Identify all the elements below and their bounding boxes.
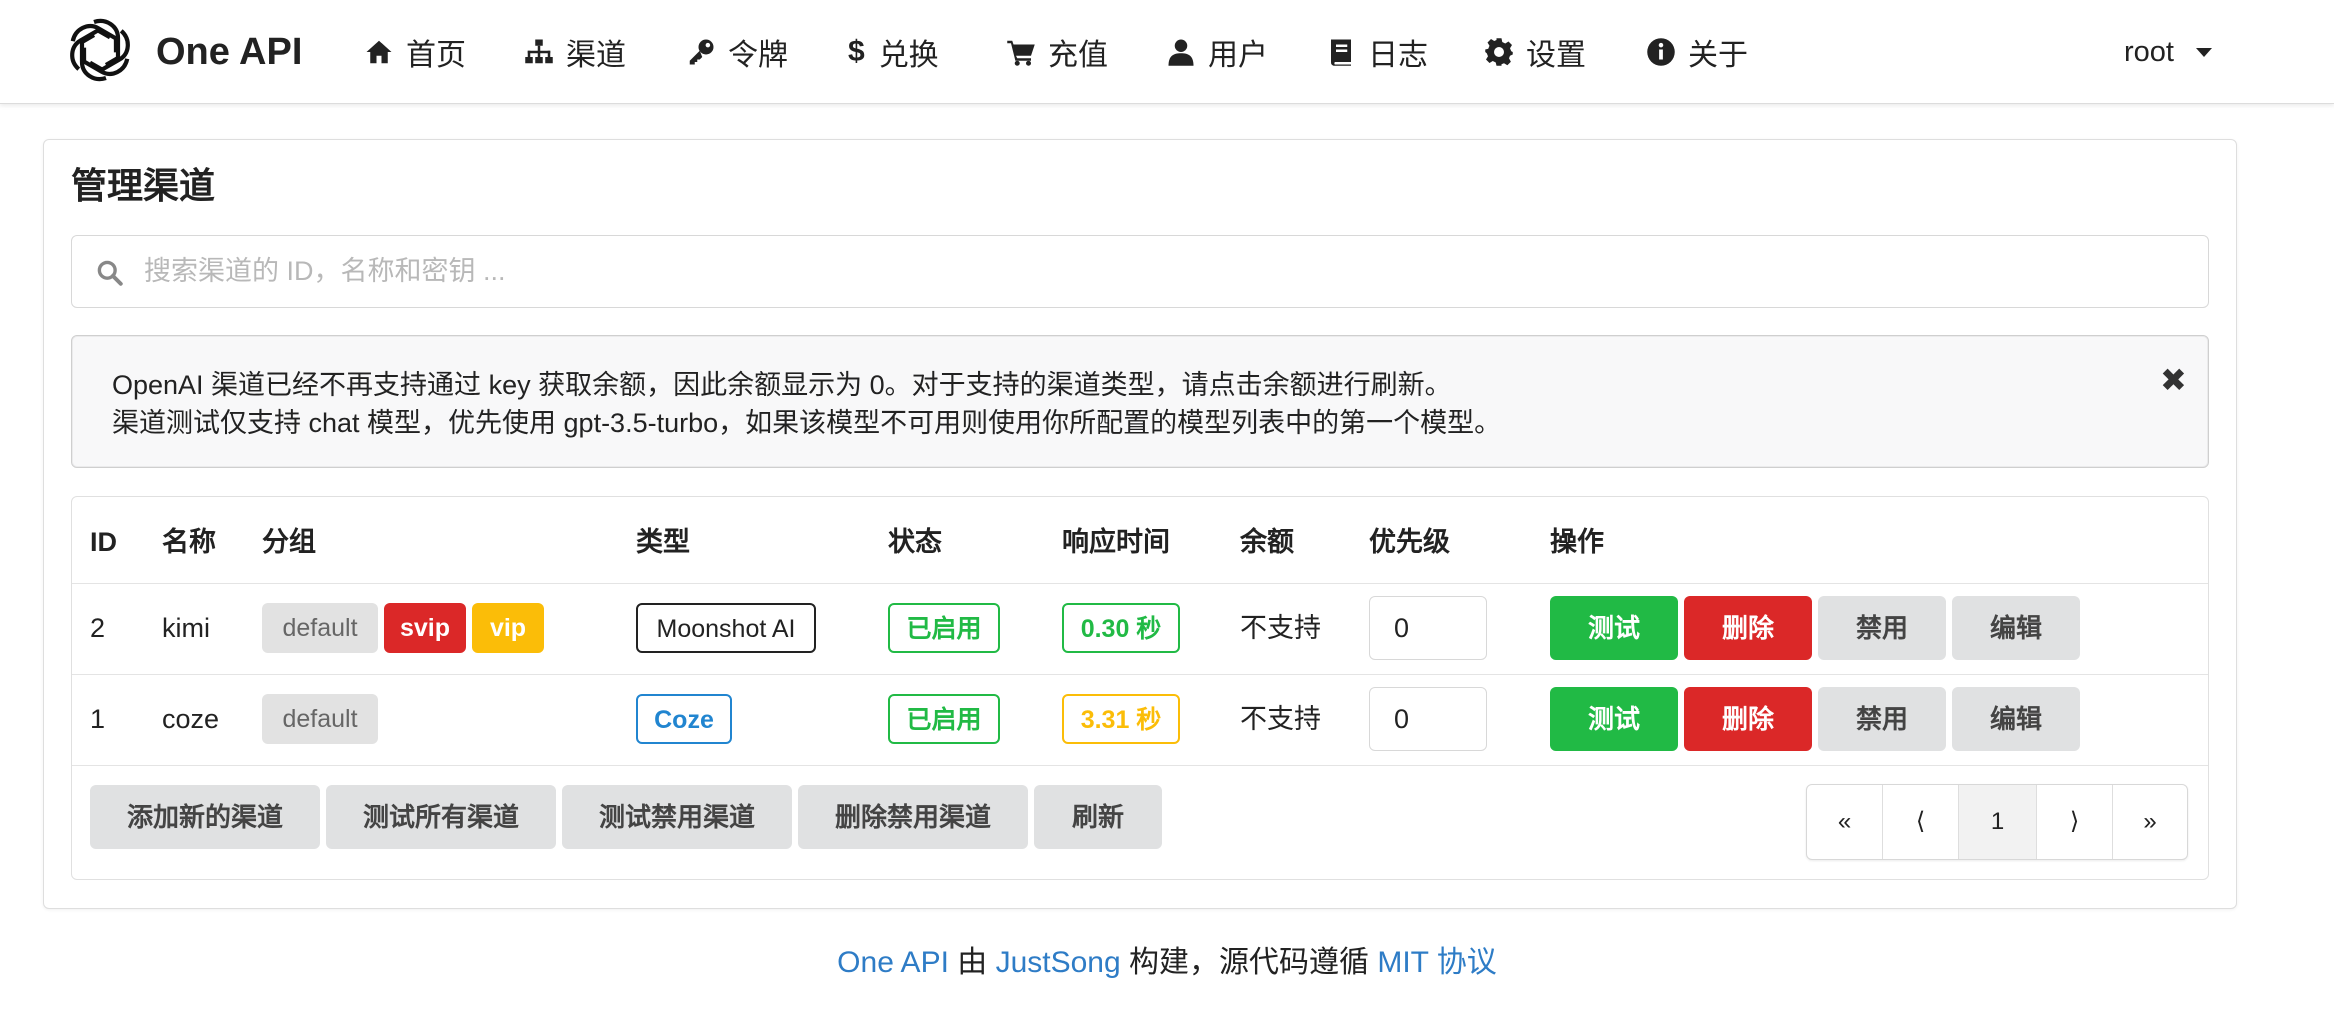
delete-button[interactable]: 删除	[1684, 596, 1812, 660]
info-icon	[1647, 38, 1675, 66]
column-header[interactable]: 类型	[636, 522, 690, 562]
footer-text: 由	[948, 946, 996, 979]
user-name: root	[2124, 35, 2174, 68]
column-header[interactable]: 名称	[162, 522, 216, 562]
response-time-badge[interactable]: 0.30 秒	[1062, 603, 1180, 653]
column-header[interactable]: ID	[90, 522, 117, 562]
user-menu[interactable]: root	[2124, 22, 2212, 82]
cell-id: 2	[90, 613, 106, 643]
group-label: default	[262, 603, 378, 653]
page-footer: One API 由 JustSong 构建，源代码遵循 MIT 协议	[0, 938, 2334, 988]
home-icon	[366, 40, 392, 64]
nav-label: 日志	[1368, 39, 1428, 72]
test-button[interactable]: 测试	[1550, 687, 1678, 751]
disable-button[interactable]: 禁用	[1818, 687, 1946, 751]
nav-item-users[interactable]: 用户	[1166, 22, 1268, 82]
row-divider	[72, 765, 2208, 766]
close-icon[interactable]: ✖	[2160, 360, 2187, 400]
response-time-badge[interactable]: 3.31 秒	[1062, 694, 1180, 744]
footer-license-link[interactable]: MIT 协议	[1377, 946, 1496, 979]
nav-label: 令牌	[728, 39, 788, 72]
delete-button[interactable]: 删除	[1684, 687, 1812, 751]
group-label: default	[262, 694, 378, 744]
nav-item-about[interactable]: 关于	[1646, 22, 1748, 82]
sitemap-icon	[525, 39, 553, 64]
top-navbar: One API 首页 渠道 令牌 $ 兑换 充值 用户 日志 设置 关于 roo…	[0, 0, 2334, 104]
notice-line: 渠道测试仅支持 chat 模型，优先使用 gpt-3.5-turbo，如果该模型…	[112, 408, 1502, 438]
row-divider	[72, 674, 2208, 675]
status-badge: 已启用	[888, 603, 1000, 653]
column-header[interactable]: 状态	[888, 522, 942, 562]
gear-icon	[1485, 38, 1513, 66]
column-header: 操作	[1550, 527, 1604, 557]
dollar-icon: $	[848, 35, 865, 68]
nav-label: 充值	[1048, 39, 1108, 72]
nav-item-home[interactable]: 首页	[364, 22, 466, 82]
search-box[interactable]	[71, 235, 2209, 308]
nav-label: 用户	[1208, 39, 1268, 72]
refresh-button[interactable]: 刷新	[1034, 785, 1162, 849]
notice-line: OpenAI 渠道已经不再支持通过 key 获取余额，因此余额显示为 0。对于支…	[112, 370, 1452, 400]
nav-label: 设置	[1526, 39, 1586, 72]
nav-item-settings[interactable]: 设置	[1484, 22, 1586, 82]
prev-page-button[interactable]: ⟨	[1883, 785, 1959, 859]
footer-author-link[interactable]: JustSong	[996, 946, 1121, 979]
test-button[interactable]: 测试	[1550, 596, 1678, 660]
column-header[interactable]: 余额	[1240, 522, 1294, 562]
first-page-button[interactable]: «	[1807, 785, 1883, 859]
nav-item-topup[interactable]: 充值	[1006, 22, 1108, 82]
search-input[interactable]	[144, 236, 2184, 307]
delete-disabled-channels-button[interactable]: 删除禁用渠道	[798, 785, 1028, 849]
group-label: svip	[384, 603, 466, 653]
priority-input[interactable]: 0	[1369, 687, 1487, 751]
nav-item-logs[interactable]: 日志	[1326, 22, 1428, 82]
group-label: vip	[472, 603, 544, 653]
pagination: « ⟨ 1 ⟩ »	[1806, 784, 2188, 860]
caret-down-icon	[2195, 47, 2212, 57]
page-title: 管理渠道	[71, 165, 216, 206]
edit-button[interactable]: 编辑	[1952, 687, 2080, 751]
next-page-button[interactable]: ⟩	[2037, 785, 2113, 859]
nav-item-channels[interactable]: 渠道	[524, 22, 626, 82]
cell-name: coze	[162, 704, 220, 734]
row-divider	[72, 583, 2208, 584]
disable-button[interactable]: 禁用	[1818, 596, 1946, 660]
priority-input[interactable]: 0	[1369, 596, 1487, 660]
test-all-channels-button[interactable]: 测试所有渠道	[326, 785, 556, 849]
test-disabled-channels-button[interactable]: 测试禁用渠道	[562, 785, 792, 849]
nav-label: 渠道	[566, 39, 626, 72]
column-header[interactable]: 优先级	[1369, 522, 1450, 562]
page-1-button[interactable]: 1	[1959, 785, 2037, 859]
cart-icon	[1007, 40, 1035, 66]
book-icon	[1330, 39, 1351, 66]
search-icon	[97, 260, 123, 286]
footer-text: 构建，源代码遵循	[1120, 946, 1378, 979]
nav-item-redeem[interactable]: $ 兑换	[848, 22, 939, 82]
add-channel-button[interactable]: 添加新的渠道	[90, 785, 320, 849]
nav-label: 兑换	[878, 39, 939, 72]
type-tag: Coze	[636, 694, 732, 744]
type-tag: Moonshot AI	[636, 603, 816, 653]
user-icon	[1168, 39, 1194, 66]
footer-brand-link[interactable]: One API	[837, 946, 949, 979]
cell-balance[interactable]: 不支持	[1240, 699, 1321, 739]
nav-item-tokens[interactable]: 令牌	[686, 22, 788, 82]
info-notice: OpenAI 渠道已经不再支持通过 key 获取余额，因此余额显示为 0。对于支…	[71, 335, 2209, 468]
openai-logo-icon[interactable]	[64, 14, 136, 86]
cell-balance[interactable]: 不支持	[1240, 608, 1321, 648]
brand-name[interactable]: One API	[156, 24, 302, 80]
key-icon	[689, 39, 714, 65]
last-page-button[interactable]: »	[2113, 785, 2187, 859]
cell-name: kimi	[162, 613, 210, 643]
cell-id: 1	[90, 704, 106, 734]
nav-label: 首页	[406, 39, 466, 72]
column-header[interactable]: 响应时间	[1062, 522, 1170, 562]
nav-label: 关于	[1688, 39, 1748, 72]
column-header[interactable]: 分组	[262, 522, 316, 562]
status-badge: 已启用	[888, 694, 1000, 744]
edit-button[interactable]: 编辑	[1952, 596, 2080, 660]
